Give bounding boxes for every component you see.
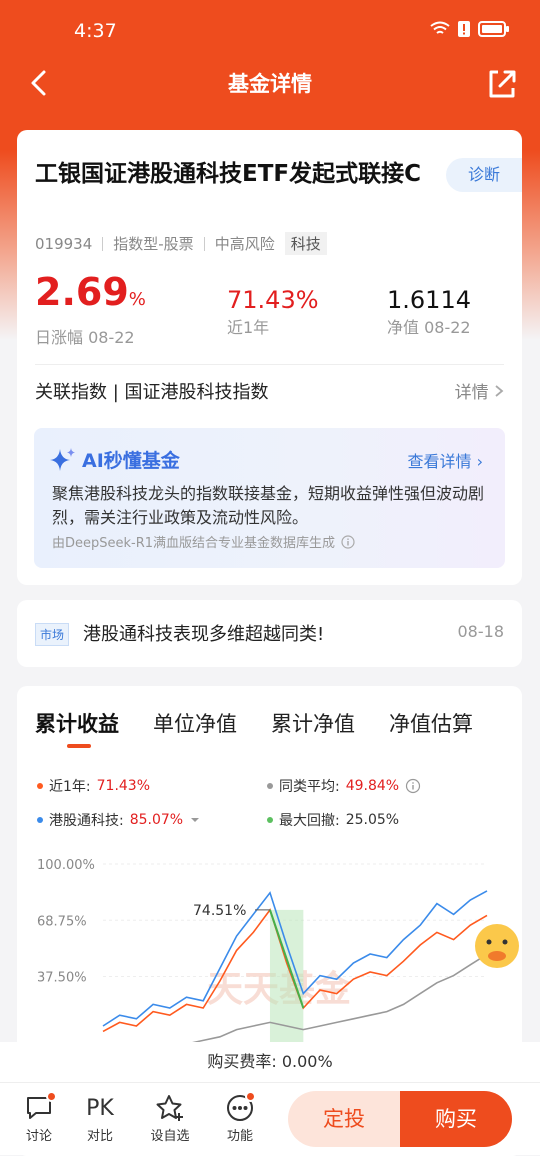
fund-name: 工银国证港股通科技ETF发起式联接C (35, 161, 421, 187)
mascot-icon[interactable] (475, 924, 519, 968)
index-detail-link[interactable]: 详情 (455, 378, 504, 403)
nav-label: 净值 08-22 (387, 318, 471, 337)
nav-stat: 1.6114 净值 08-22 (387, 270, 471, 338)
legend-peer: 同类平均: 49.84% (267, 776, 421, 796)
ai-summary-box: AI秒懂基金 查看详情 › 聚焦港股科技龙头的指数联接基金，短期收益弹性强但波动… (34, 428, 505, 568)
year-return-stat: 71.43% 近1年 (227, 270, 319, 338)
fund-type: 指数型-股票 (113, 235, 194, 253)
legend-index[interactable]: 港股通科技: 85.07% (37, 810, 201, 830)
share-button[interactable] (486, 66, 516, 100)
divider (35, 364, 504, 365)
annotation-label: 74.51% (193, 903, 246, 919)
purchase-fee-bar: 购买费率: 0.00% (0, 1042, 540, 1082)
tab-unit-nav[interactable]: 单位净值 (153, 708, 237, 738)
tab-nav-estimate[interactable]: 净值估算 (389, 708, 473, 738)
legend-dot (267, 817, 273, 823)
fixed-investment-button[interactable]: 定投 (288, 1091, 400, 1147)
legend-dot (267, 783, 273, 789)
ai-summary-text: 聚焦港股科技龙头的指数联接基金，短期收益弹性强但波动剧烈，需关注行业政策及流动性… (52, 484, 485, 527)
more-functions-button[interactable]: 功能 (215, 1091, 265, 1144)
tag-divider (102, 236, 104, 251)
legend-dot (37, 817, 43, 823)
caret-down-icon (191, 818, 200, 822)
return-chart[interactable]: 100.00%68.75%37.50%天天基金74.51% (17, 846, 522, 1046)
fund-risk: 中高风险 (214, 235, 275, 253)
clock: 4:37 (74, 20, 117, 42)
info-icon[interactable] (341, 534, 355, 549)
legend-drawdown: 最大回撤: 25.05% (267, 810, 399, 830)
pk-icon: PK (86, 1095, 114, 1121)
daily-change-unit: % (128, 289, 146, 310)
nav-bar: 基金详情 (0, 60, 540, 106)
notification-dot (46, 1091, 57, 1102)
ai-detail-link[interactable]: 查看详情 › (408, 448, 484, 472)
related-index-row[interactable]: 关联指数 | 国证港股科技指数 详情 (35, 378, 504, 410)
status-icons (430, 21, 510, 37)
sparkle-icon (50, 447, 75, 471)
info-icon[interactable] (405, 778, 421, 794)
daily-change-label: 日涨幅 08-22 (35, 328, 135, 347)
news-date: 08-18 (457, 622, 505, 641)
ai-source-note: 由DeepSeek-R1满血版结合专业基金数据库生成 (52, 532, 355, 551)
y-tick-label: 37.50% (37, 971, 87, 986)
fund-info-card: 工银国证港股通科技ETF发起式联接C 诊断 019934 指数型-股票 中高风险… (17, 130, 522, 585)
tab-cumulative-return[interactable]: 累计收益 (35, 708, 119, 738)
star-plus-icon (156, 1095, 183, 1121)
discuss-button[interactable]: 讨论 (14, 1091, 64, 1144)
bottom-action-bar: 讨论 PK 对比 设自选 功能 定投 购买 (0, 1082, 540, 1155)
fund-code: 019934 (35, 234, 93, 253)
news-title: 港股通科技表现多维超越同类! (83, 624, 325, 645)
wifi-icon (430, 21, 450, 34)
buy-button[interactable]: 购买 (400, 1091, 512, 1147)
news-card[interactable]: 市场 港股通科技表现多维超越同类! 08-18 (17, 600, 522, 667)
battery-icon (478, 21, 509, 37)
tab-cumulative-nav[interactable]: 累计净值 (271, 708, 355, 738)
daily-change-value: 2.69 (35, 270, 129, 314)
ai-title: AI秒懂基金 (50, 446, 180, 473)
fund-tags: 019934 指数型-股票 中高风险 科技 (35, 232, 327, 255)
theme-tag: 科技 (284, 232, 327, 255)
related-index-label: 关联指数 | 国证港股科技指数 (35, 382, 269, 403)
legend-fund: 近1年: 71.43% (37, 776, 150, 796)
tag-divider (203, 236, 205, 251)
active-tab-indicator (67, 744, 91, 748)
y-tick-label: 68.75% (37, 914, 87, 929)
y-tick-label: 100.00% (37, 858, 95, 873)
diagnose-button[interactable]: 诊断 (446, 158, 522, 192)
news-tag: 市场 (35, 623, 70, 646)
chevron-right-icon (495, 385, 504, 397)
chart-tabs: 累计收益 单位净值 累计净值 净值估算 (35, 708, 522, 738)
status-bar: 4:37 (0, 0, 540, 60)
legend-dot (37, 783, 43, 789)
compare-button[interactable]: PK 对比 (75, 1091, 125, 1145)
add-watchlist-button[interactable]: 设自选 (145, 1091, 195, 1144)
page-title: 基金详情 (228, 72, 312, 96)
daily-change-stat: 2.69% 日涨幅 08-22 (35, 270, 146, 348)
purchase-fee: 购买费率: 0.00% (207, 1052, 333, 1071)
notification-dot (245, 1091, 256, 1102)
alert-icon (458, 21, 470, 37)
share-icon (489, 70, 516, 98)
